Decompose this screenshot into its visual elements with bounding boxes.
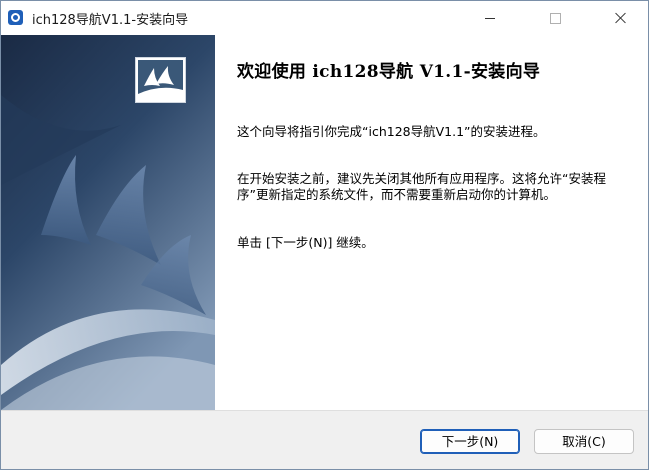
continue-instruction: 单击 [下一步(N)] 继续。 — [237, 235, 374, 250]
next-button[interactable]: 下一步(N) — [420, 429, 520, 454]
app-q-icon — [8, 10, 23, 25]
advice-paragraph: 在开始安装之前，建议先关闭其他所有应用程序。这将允许“安装程序”更新指定的系统文… — [237, 171, 606, 202]
cancel-button[interactable]: 取消(C) — [534, 429, 634, 454]
welcome-heading: 欢迎使用 ich128导航 V1.1-安装向导 — [237, 62, 541, 82]
wizard-banner-image — [1, 35, 215, 410]
title-bar[interactable]: ich128导航V1.1-安装向导 — [1, 1, 648, 35]
minimize-button[interactable] — [468, 1, 514, 35]
intro-paragraph: 这个向导将指引你完成“ich128导航V1.1”的安装进程。 — [237, 124, 546, 139]
installer-logo-icon — [135, 57, 186, 103]
wizard-content: 欢迎使用 ich128导航 V1.1-安装向导 这个向导将指引你完成“ich12… — [215, 35, 648, 410]
installer-window: ich128导航V1.1-安装向导 欢迎使用 ich128导航 V1.1-安装向… — [0, 0, 649, 470]
window-title: ich128导航V1.1-安装向导 — [32, 13, 189, 28]
close-button[interactable] — [598, 1, 644, 35]
maximize-button — [533, 1, 579, 35]
button-bar: 下一步(N) 取消(C) — [1, 410, 648, 469]
